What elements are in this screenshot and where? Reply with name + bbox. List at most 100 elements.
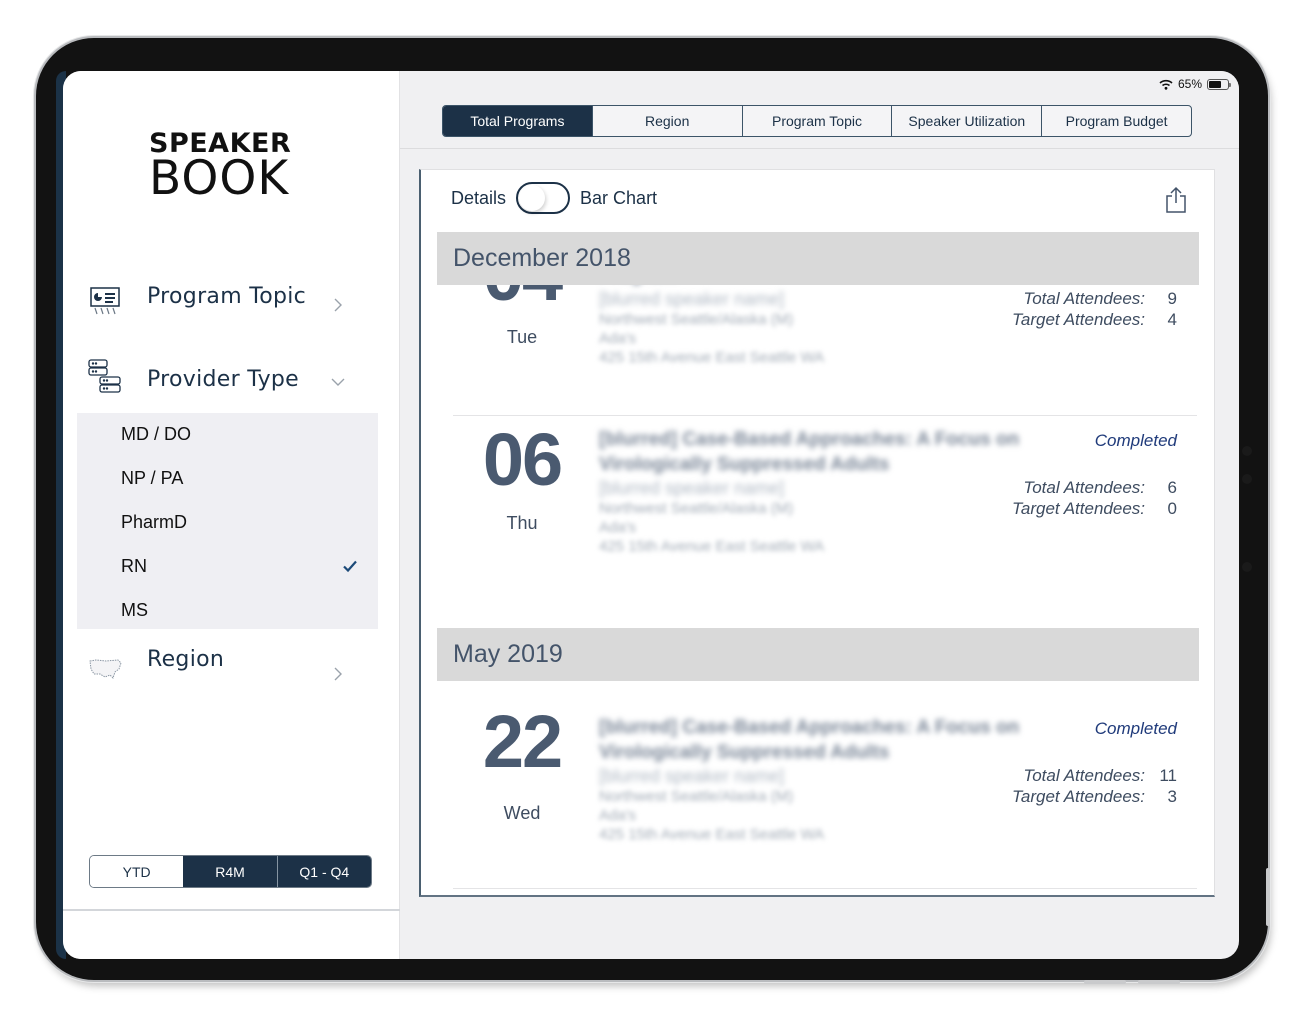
battery-icon bbox=[1207, 78, 1231, 90]
event-address: 425 15th Avenue East Seattle WA bbox=[599, 538, 825, 555]
sidebar: SPEAKER BOOK Program Topic Provider Type… bbox=[63, 71, 400, 959]
option-label: MD / DO bbox=[121, 424, 191, 444]
presentation-icon bbox=[90, 287, 120, 315]
sensor-dot bbox=[1242, 562, 1252, 572]
event-weekday: Wed bbox=[503, 803, 541, 823]
total-attendees-label: Total Attendees: bbox=[1023, 289, 1145, 308]
event-speaker: [blurred speaker name] bbox=[599, 478, 785, 498]
logo-line-2: BOOK bbox=[149, 151, 290, 206]
tab-total-programs[interactable]: Total Programs bbox=[443, 106, 592, 136]
attendee-stats: Total Attendees: 6 Target Attendees: 0 bbox=[1012, 477, 1177, 519]
us-map-icon bbox=[89, 659, 122, 679]
toggle-label-details: Details bbox=[451, 187, 507, 208]
event-weekday: Tue bbox=[506, 327, 538, 347]
sidebar-item-label: Provider Type bbox=[147, 367, 300, 392]
month-label: May 2019 bbox=[453, 640, 563, 668]
status-bar: 65% bbox=[1159, 77, 1231, 91]
tab-program-budget[interactable]: Program Budget bbox=[1041, 106, 1191, 136]
side-button bbox=[1266, 868, 1270, 926]
chevron-right-icon bbox=[334, 298, 342, 312]
target-attendees-label: Target Attendees: bbox=[1012, 310, 1145, 329]
event-title: [blurred] Case-Based Approaches: A Focus… bbox=[599, 429, 1020, 475]
month-header: May 2019 bbox=[437, 628, 1199, 681]
event-details: [blurred] Case-Based Approaches: A Focus… bbox=[599, 427, 1069, 556]
option-label: RN bbox=[121, 556, 147, 576]
sidebar-item-region[interactable]: Region bbox=[63, 641, 400, 691]
tab-program-topic[interactable]: Program Topic bbox=[741, 106, 892, 136]
provider-type-option[interactable]: RN bbox=[77, 545, 378, 589]
checkmark-icon bbox=[343, 560, 357, 573]
event-address: 425 15th Avenue East Seattle WA bbox=[599, 349, 825, 366]
event-day: 22 bbox=[482, 700, 563, 783]
option-label: MS bbox=[121, 600, 148, 620]
event-title: [blurred] Case-Based Approaches: A Focus… bbox=[599, 717, 1020, 763]
month-label: December 2018 bbox=[453, 244, 631, 272]
provider-type-option[interactable]: MD / DO bbox=[77, 413, 378, 457]
event-venue: Ada's bbox=[599, 330, 637, 347]
option-label: NP / PA bbox=[121, 468, 184, 488]
provider-list-icon bbox=[88, 359, 121, 393]
total-attendees-label: Total Attendees: bbox=[1023, 766, 1145, 785]
app-logo: SPEAKER BOOK bbox=[149, 129, 291, 206]
volume-button bbox=[1138, 980, 1180, 984]
content-panel: Details Bar Chart December 2018 0 4 Tue [… bbox=[419, 169, 1215, 897]
chevron-right-icon bbox=[334, 667, 342, 681]
month-header: December 2018 bbox=[437, 232, 1199, 285]
sidebar-item-label: Region bbox=[147, 647, 225, 672]
provider-type-option[interactable]: PharmD bbox=[77, 501, 378, 545]
share-icon[interactable] bbox=[1164, 186, 1188, 214]
event-region: Northwest Seattle/Alaska (M) bbox=[599, 788, 794, 805]
event-address: 425 15th Avenue East Seattle WA bbox=[599, 826, 825, 843]
chevron-down-icon bbox=[331, 378, 345, 386]
view-toggle-row: Details Bar Chart bbox=[451, 182, 657, 214]
toggle-knob bbox=[519, 185, 546, 211]
event-speaker: [blurred speaker name] bbox=[599, 766, 785, 786]
attendee-stats: Total Attendees: 9 Target Attendees: 4 bbox=[1012, 288, 1177, 330]
sensor-dot bbox=[1242, 446, 1252, 456]
provider-type-list: MD / DO NP / PA PharmD RN MS bbox=[77, 413, 378, 629]
volume-button bbox=[1084, 980, 1126, 984]
provider-type-option[interactable]: NP / PA bbox=[77, 457, 378, 501]
attendee-stats: Total Attendees: 11 Target Attendees: 3 bbox=[1012, 765, 1177, 807]
target-attendees-label: Target Attendees: bbox=[1012, 499, 1145, 518]
status-badge: Completed bbox=[1094, 431, 1177, 450]
report-tabs: Total Programs Region Program Topic Spea… bbox=[442, 105, 1192, 137]
event-day: 06 bbox=[482, 418, 563, 501]
total-attendees-value: 9 bbox=[1167, 289, 1177, 308]
screen: SPEAKER BOOK Program Topic Provider Type… bbox=[63, 71, 1239, 959]
status-badge: Completed bbox=[1094, 719, 1177, 738]
target-attendees-label: Target Attendees: bbox=[1012, 787, 1145, 806]
battery-percent: 65% bbox=[1177, 77, 1202, 91]
event-weekday: Thu bbox=[506, 513, 538, 533]
top-bar: 65% Total Programs Region Program Topic … bbox=[400, 71, 1239, 149]
event-region: Northwest Seattle/Alaska (M) bbox=[599, 311, 794, 328]
period-q1-q4[interactable]: Q1 - Q4 bbox=[276, 856, 371, 887]
target-attendees-value: 4 bbox=[1167, 310, 1177, 329]
option-label: PharmD bbox=[121, 512, 188, 532]
total-attendees-value: 6 bbox=[1167, 478, 1177, 497]
toggle-label-bar-chart: Bar Chart bbox=[580, 187, 658, 208]
program-row[interactable]: 22 Wed [blurred] Case-Based Approaches: … bbox=[453, 681, 1197, 889]
period-segmented-control: YTD R4M Q1 - Q4 bbox=[89, 855, 372, 888]
tab-speaker-utilization[interactable]: Speaker Utilization bbox=[891, 106, 1041, 136]
tab-region[interactable]: Region bbox=[591, 106, 742, 136]
sidebar-item-program-topic[interactable]: Program Topic bbox=[63, 276, 400, 326]
event-speaker: [blurred speaker name] bbox=[599, 289, 785, 309]
sidebar-item-provider-type[interactable]: Provider Type bbox=[63, 359, 400, 409]
sidebar-item-label: Program Topic bbox=[147, 284, 307, 309]
period-r4m[interactable]: R4M bbox=[183, 856, 277, 887]
event-details: [blurred] Case-Based Approaches: A Focus… bbox=[599, 715, 1069, 844]
target-attendees-value: 3 bbox=[1167, 787, 1177, 806]
sidebar-divider bbox=[63, 909, 400, 911]
event-venue: Ada's bbox=[599, 519, 637, 536]
total-attendees-label: Total Attendees: bbox=[1023, 478, 1145, 497]
sensor-dot bbox=[1242, 474, 1252, 484]
total-attendees-value: 11 bbox=[1159, 766, 1177, 785]
period-ytd[interactable]: YTD bbox=[90, 856, 184, 887]
provider-type-option[interactable]: MS bbox=[77, 589, 378, 633]
target-attendees-value: 0 bbox=[1167, 499, 1177, 518]
event-venue: Ada's bbox=[599, 807, 637, 824]
details-barchart-toggle[interactable] bbox=[516, 182, 571, 214]
program-row[interactable]: 06 Thu [blurred] Case-Based Approaches: … bbox=[453, 417, 1197, 623]
program-list[interactable]: December 2018 04 Tue [blurred] Clinical … bbox=[437, 232, 1199, 892]
